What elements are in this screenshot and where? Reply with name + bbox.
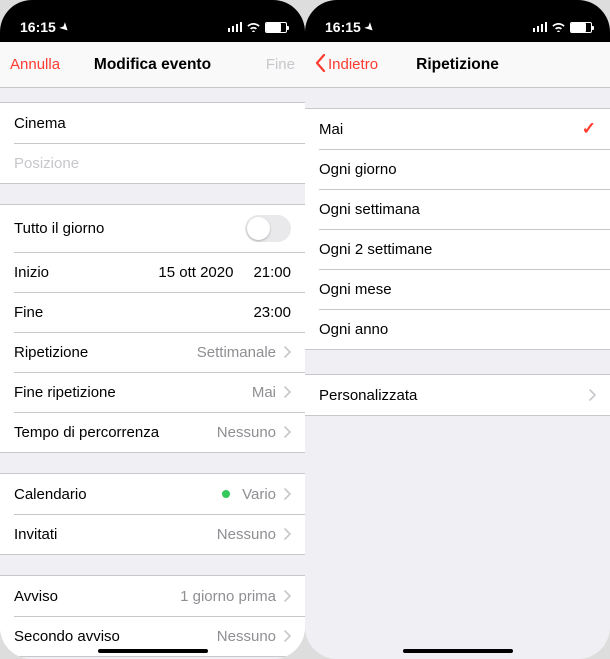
battery-icon <box>570 22 592 33</box>
calendar-color-dot-icon <box>222 490 230 498</box>
back-button[interactable]: Indietro <box>315 54 378 76</box>
travel-label: Tempo di percorrenza <box>14 424 159 441</box>
travel-value: Nessuno <box>217 424 276 441</box>
screen-repeat: 16:15 ➤ Indietro Ripetizione Mai ✓ Ogni … <box>305 0 610 659</box>
repeat-option-label: Ogni settimana <box>319 201 420 218</box>
calendar-label: Calendario <box>14 486 87 503</box>
start-label: Inizio <box>14 264 49 281</box>
repeat-end-label: Fine ripetizione <box>14 384 116 401</box>
all-day-toggle[interactable] <box>245 215 291 242</box>
chevron-right-icon <box>589 389 596 401</box>
repeat-custom-label: Personalizzata <box>319 387 417 404</box>
repeat-row[interactable]: Ripetizione Settimanale <box>0 332 305 372</box>
screen-edit-event: 16:15 ➤ Annulla Modifica evento Fine Cin… <box>0 0 305 659</box>
chevron-right-icon <box>284 488 291 500</box>
status-time: 16:15 <box>20 19 56 35</box>
all-day-label: Tutto il giorno <box>14 220 104 237</box>
repeat-option-never[interactable]: Mai ✓ <box>305 109 610 149</box>
alert-value: 1 giorno prima <box>180 588 276 605</box>
repeat-option-weekly[interactable]: Ogni settimana <box>305 189 610 229</box>
invitees-row[interactable]: Invitati Nessuno <box>0 514 305 554</box>
end-row[interactable]: Fine 23:00 <box>0 292 305 332</box>
start-time: 21:00 <box>253 264 291 281</box>
checkmark-icon: ✓ <box>582 119 596 139</box>
wifi-icon <box>246 20 261 35</box>
home-indicator[interactable] <box>403 649 513 653</box>
cancel-button[interactable]: Annulla <box>10 56 60 73</box>
cellular-signal-icon <box>228 22 243 32</box>
back-label: Indietro <box>328 56 378 73</box>
navbar: Indietro Ripetizione <box>305 42 610 88</box>
calendar-value: Vario <box>242 486 276 503</box>
start-row[interactable]: Inizio 15 ott 2020 21:00 <box>0 252 305 292</box>
second-alert-label: Secondo avviso <box>14 628 120 645</box>
all-day-row: Tutto il giorno <box>0 205 305 252</box>
repeat-option-biweekly[interactable]: Ogni 2 settimane <box>305 229 610 269</box>
event-title-value: Cinema <box>14 115 66 132</box>
repeat-value: Settimanale <box>197 344 276 361</box>
second-alert-value: Nessuno <box>217 628 276 645</box>
event-location-placeholder: Posizione <box>14 155 79 172</box>
cellular-signal-icon <box>533 22 548 32</box>
location-services-icon: ➤ <box>57 19 72 34</box>
navbar: Annulla Modifica evento Fine <box>0 42 305 88</box>
end-time: 23:00 <box>253 304 291 321</box>
repeat-option-label: Ogni giorno <box>319 161 397 178</box>
repeat-option-label: Ogni 2 settimane <box>319 241 432 258</box>
alert-row[interactable]: Avviso 1 giorno prima <box>0 576 305 616</box>
end-label: Fine <box>14 304 43 321</box>
chevron-right-icon <box>284 346 291 358</box>
repeat-end-row[interactable]: Fine ripetizione Mai <box>0 372 305 412</box>
chevron-right-icon <box>284 630 291 642</box>
chevron-right-icon <box>284 590 291 602</box>
status-bar: 16:15 ➤ <box>0 0 305 42</box>
repeat-option-label: Mai <box>319 121 343 138</box>
location-services-icon: ➤ <box>362 19 377 34</box>
chevron-left-icon <box>315 54 326 76</box>
alert-label: Avviso <box>14 588 58 605</box>
wifi-icon <box>551 20 566 35</box>
chevron-right-icon <box>284 528 291 540</box>
repeat-option-custom[interactable]: Personalizzata <box>305 375 610 415</box>
travel-time-row[interactable]: Tempo di percorrenza Nessuno <box>0 412 305 452</box>
status-time: 16:15 <box>325 19 361 35</box>
done-button[interactable]: Fine <box>266 56 295 73</box>
repeat-label: Ripetizione <box>14 344 88 361</box>
event-title-input[interactable]: Cinema <box>0 103 305 143</box>
invitees-label: Invitati <box>14 526 57 543</box>
calendar-row[interactable]: Calendario Vario <box>0 474 305 514</box>
status-bar: 16:15 ➤ <box>305 0 610 42</box>
chevron-right-icon <box>284 426 291 438</box>
repeat-end-value: Mai <box>252 384 276 401</box>
repeat-option-daily[interactable]: Ogni giorno <box>305 149 610 189</box>
battery-icon <box>265 22 287 33</box>
home-indicator[interactable] <box>98 649 208 653</box>
repeat-option-label: Ogni mese <box>319 281 392 298</box>
repeat-option-yearly[interactable]: Ogni anno <box>305 309 610 349</box>
chevron-right-icon <box>284 386 291 398</box>
invitees-value: Nessuno <box>217 526 276 543</box>
repeat-option-label: Ogni anno <box>319 321 388 338</box>
start-date: 15 ott 2020 <box>158 264 233 281</box>
event-location-input[interactable]: Posizione <box>0 143 305 183</box>
repeat-option-monthly[interactable]: Ogni mese <box>305 269 610 309</box>
